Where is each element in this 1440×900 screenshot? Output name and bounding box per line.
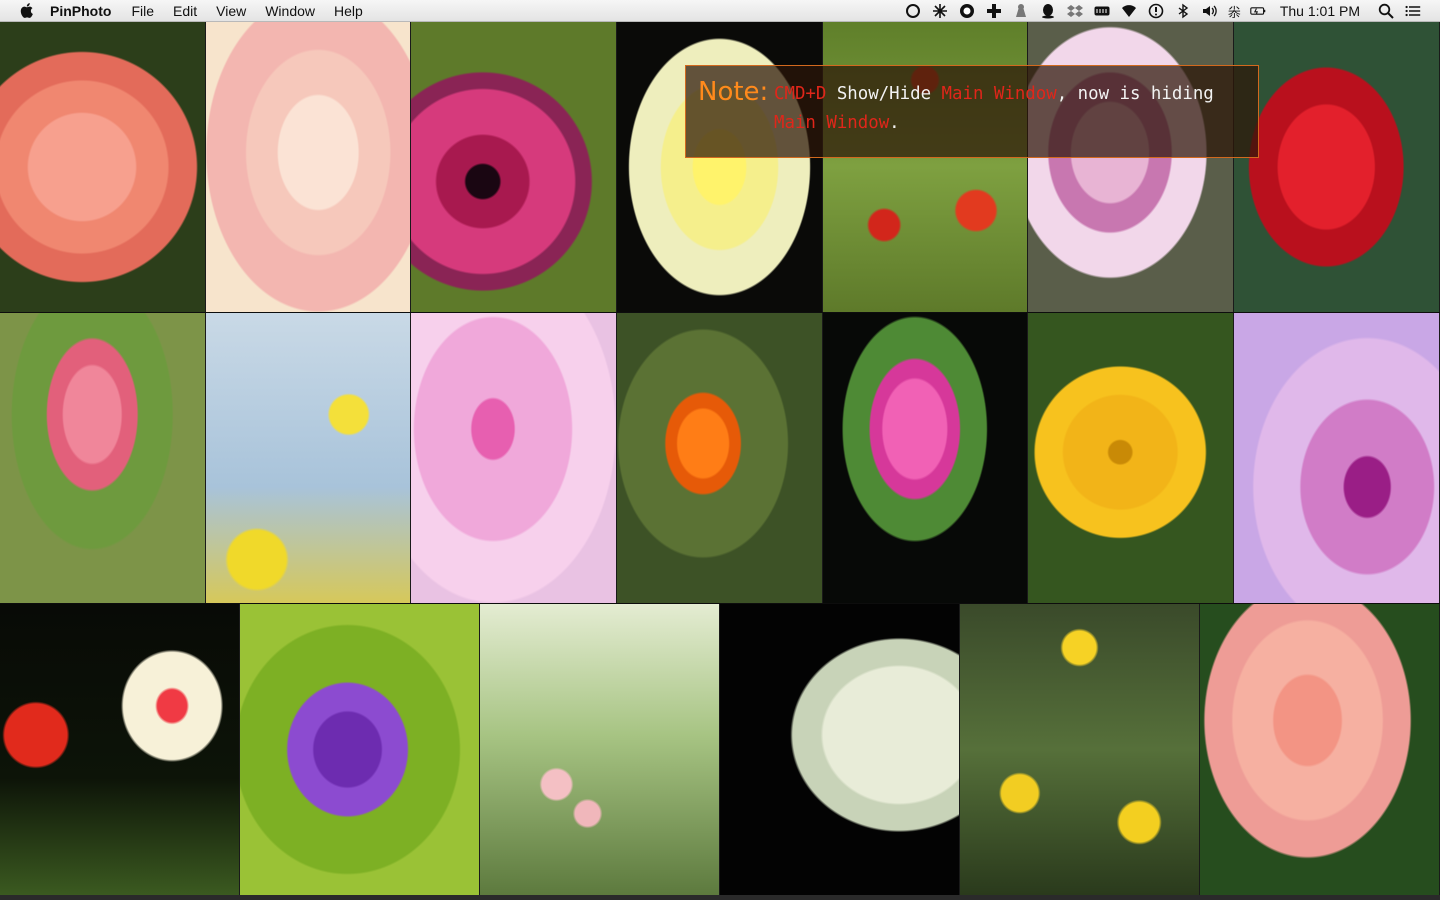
photo-tile[interactable]	[0, 22, 206, 312]
timer-icon[interactable]	[958, 3, 977, 19]
photo-tile[interactable]	[205, 313, 412, 603]
apple-menu-icon[interactable]	[20, 2, 36, 19]
photo-tile[interactable]	[1200, 604, 1440, 895]
plus-app-icon[interactable]	[985, 3, 1004, 19]
menu-edit[interactable]: Edit	[173, 3, 197, 19]
alert-icon[interactable]	[1147, 3, 1166, 19]
note-text-part: Show/Hide	[826, 84, 942, 104]
hint-note-overlay: Note: CMD+D Show/Hide Main Window, now i…	[685, 65, 1259, 158]
note-text-part: , now is hiding	[1056, 84, 1214, 104]
photo-tile[interactable]	[1234, 22, 1440, 312]
alfred-icon[interactable]	[1012, 3, 1031, 19]
fan-icon[interactable]	[931, 3, 950, 19]
circle-app-icon[interactable]	[904, 3, 923, 19]
note-label: Note:	[698, 77, 769, 107]
photo-row	[0, 313, 1440, 603]
note-message: CMD+D Show/Hide Main Window, now is hidi…	[774, 80, 1244, 138]
menu-clock[interactable]: Thu 1:01 PM	[1280, 3, 1360, 19]
photo-tile[interactable]	[1234, 313, 1440, 603]
bluetooth-icon[interactable]	[1174, 3, 1193, 19]
note-target-window: Main Window	[774, 113, 890, 133]
notification-center-icon[interactable]	[1403, 3, 1422, 19]
note-shortcut: CMD+D	[774, 84, 827, 104]
qq-icon[interactable]	[1039, 3, 1058, 19]
note-text-part: .	[889, 113, 900, 133]
menu-help[interactable]: Help	[334, 3, 363, 19]
menu-view[interactable]: View	[216, 3, 246, 19]
photo-tile[interactable]	[411, 313, 618, 603]
photo-row	[0, 604, 1440, 895]
dropbox-icon[interactable]	[1066, 3, 1085, 19]
photo-tile[interactable]	[411, 22, 618, 312]
battery-meter-icon[interactable]	[1093, 3, 1112, 19]
photo-tile[interactable]	[822, 313, 1029, 603]
menu-bar: PinPhoto File Edit View Window Help 尜 Th…	[0, 0, 1440, 22]
menu-app-name[interactable]: PinPhoto	[50, 3, 111, 19]
spotlight-search-icon[interactable]	[1376, 3, 1395, 19]
grid-bottom-strip	[0, 895, 1440, 900]
photo-tile[interactable]	[0, 313, 206, 603]
photo-tile[interactable]	[1028, 313, 1235, 603]
photo-tile[interactable]	[617, 313, 823, 603]
photo-tile[interactable]	[960, 604, 1200, 895]
battery-icon[interactable]	[1249, 3, 1268, 19]
note-target-window: Main Window	[941, 84, 1057, 104]
menu-window[interactable]: Window	[265, 3, 315, 19]
photo-tile[interactable]	[240, 604, 480, 895]
photo-tile[interactable]	[205, 22, 412, 312]
status-area: 尜 Thu 1:01 PM	[904, 0, 1440, 22]
menu-file[interactable]: File	[131, 3, 154, 19]
photo-tile[interactable]	[480, 604, 720, 895]
photo-tile[interactable]	[720, 604, 960, 895]
wifi-icon[interactable]	[1120, 3, 1139, 19]
photo-tile[interactable]	[0, 604, 240, 895]
volume-icon[interactable]	[1201, 3, 1220, 19]
input-method-indicator[interactable]: 尜	[1228, 2, 1241, 21]
